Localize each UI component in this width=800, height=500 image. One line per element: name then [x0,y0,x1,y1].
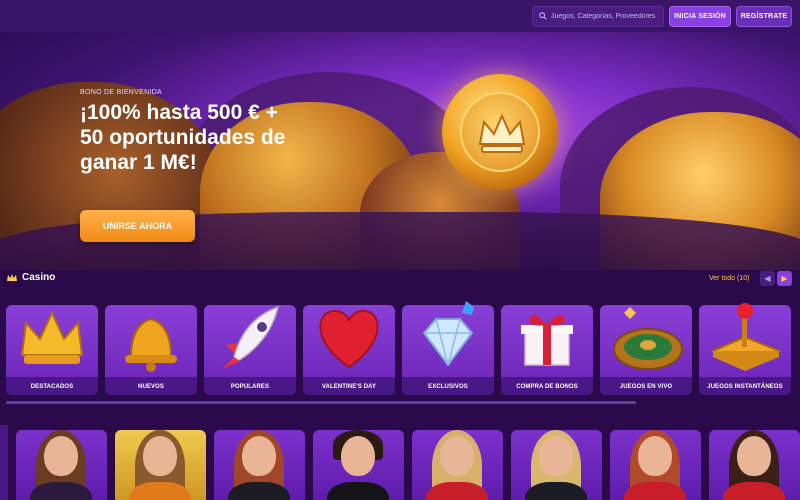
category-label: COMPRA DE BONOS [516,384,578,390]
game-tile[interactable] [511,430,602,500]
joystick-icon [710,303,782,371]
category-valentines-day[interactable]: VALENTINE'S DAY [303,305,395,395]
dealer-face [440,436,474,476]
category-label: NUEVOS [138,384,164,390]
game-tile[interactable] [709,430,800,500]
gift-icon [521,314,573,366]
dealer-face [143,436,177,476]
crown-icon [7,273,17,281]
bonus-label: BONO DE BIENVENIDA [80,89,163,96]
dealer-body [30,482,92,500]
category-nuevos[interactable]: NUEVOS [105,305,197,395]
category-populares[interactable]: POPULARES [204,305,296,395]
dealer-body [624,482,686,500]
search-icon [539,12,547,20]
search-input[interactable] [551,12,659,20]
crown-icon [478,113,526,153]
join-now-button[interactable]: UNIRSE AHORA [80,210,195,242]
login-button[interactable]: INICIA SESIÓN [669,5,731,27]
register-button[interactable]: REGÍSTRATE [736,5,792,27]
dealer-face [638,436,672,476]
dealer-body [129,482,191,500]
category-exclusivos[interactable]: EXCLUSIVOS [402,301,494,395]
diamond-icon [422,301,474,367]
category-compra-de-bonos[interactable]: COMPRA DE BONOS [501,305,593,395]
hero-banner: BONO DE BIENVENIDA ¡100% hasta 500 € + 5… [0,32,800,270]
category-scrollbar[interactable] [6,401,636,404]
tile-edge [0,425,8,500]
dealer-body [723,482,785,500]
category-label: DESTACADOS [30,384,74,390]
game-tile[interactable] [16,430,107,500]
top-bar: INICIA SESIÓN REGÍSTRATE [0,0,800,32]
rocket-icon [222,305,280,369]
roulette-icon [613,307,683,370]
category-label: EXCLUSIVOS [428,384,468,390]
casino-title: Casino [22,272,56,283]
category-juegos-en-vivo[interactable]: JUEGOS EN VIVO [600,305,692,395]
search-box[interactable] [532,5,664,27]
heart-icon [319,309,379,369]
bell-icon [125,317,177,372]
category-label: JUEGOS INSTANTÁNEOS [707,384,783,390]
game-tile[interactable] [214,430,305,500]
game-tile[interactable] [313,430,404,500]
chevron-left-icon: ◀ [764,274,771,283]
dealer-face [341,436,375,476]
category-label: JUEGOS EN VIVO [619,384,673,390]
category-label: VALENTINE'S DAY [321,384,377,390]
category-destacados[interactable]: DESTACADOS [6,305,98,395]
next-arrow-button[interactable]: ▶ [777,271,792,286]
medal-inner [460,92,540,172]
hero-title: ¡100% hasta 500 € + 50 oportunidades de … [80,101,286,174]
dealer-body [525,482,587,500]
chevron-right-icon: ▶ [781,274,788,283]
category-juegos-instantaneos[interactable]: JUEGOS INSTANTÁNEOS [699,303,791,395]
dealer-body [327,482,389,500]
game-tile[interactable] [412,430,503,500]
crown-icon [20,310,84,364]
live-games-row [16,430,800,500]
dealer-body [426,482,488,500]
crown-medal [442,74,558,190]
see-all-link[interactable]: Ver todo (10) [709,275,749,282]
dealer-face [539,436,573,476]
category-row: DESTACADOS NUEVOS POPULARES VALENTINE'S … [6,301,791,395]
dealer-body [228,482,290,500]
dealer-face [44,436,78,476]
prev-arrow-button[interactable]: ◀ [760,271,775,286]
casino-header: Casino [6,272,55,283]
game-tile[interactable] [115,430,206,500]
dealer-face [737,436,771,476]
category-label: POPULARES [230,384,270,390]
game-tile[interactable] [610,430,701,500]
dealer-face [242,436,276,476]
